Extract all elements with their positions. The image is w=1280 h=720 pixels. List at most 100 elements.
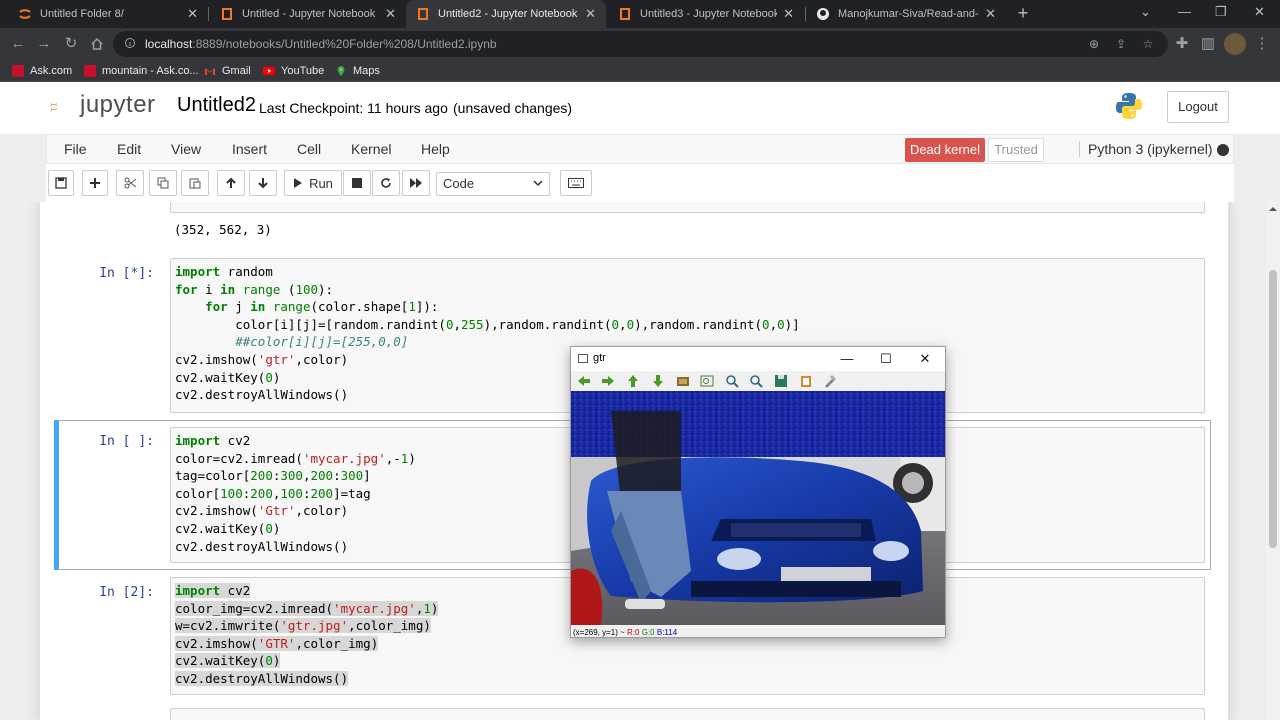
extensions-icon[interactable]: ✚ <box>1172 34 1192 54</box>
menu-file[interactable]: File <box>64 141 87 157</box>
command-palette-button[interactable] <box>560 170 592 196</box>
zoom-icon[interactable]: ⊕ <box>1086 36 1102 52</box>
bookmark-maps[interactable]: Maps <box>335 63 380 79</box>
zoom-in-icon[interactable] <box>725 374 739 388</box>
jupyter-favicon-icon <box>19 9 31 19</box>
minimize-icon[interactable]: — <box>1178 4 1191 19</box>
save-button[interactable] <box>48 170 74 196</box>
close-icon[interactable]: ✕ <box>585 6 596 22</box>
pan-down-icon[interactable] <box>651 374 665 388</box>
paste-button[interactable] <box>181 170 209 196</box>
jupyter-logo-icon[interactable] <box>50 92 80 122</box>
sidepanel-icon[interactable]: ▥ <box>1198 34 1218 54</box>
restart-run-all-button[interactable] <box>402 170 430 196</box>
home-icon[interactable] <box>87 34 107 54</box>
pan-up-icon[interactable] <box>626 374 640 388</box>
window-icon <box>578 354 588 363</box>
page-scrollbar[interactable] <box>1266 202 1280 720</box>
bookmark-mountain[interactable]: mountain - Ask.co... <box>84 63 199 79</box>
save-image-icon[interactable] <box>774 374 788 388</box>
cell-prompt: In [*]: <box>99 266 154 281</box>
menu-edit[interactable]: Edit <box>117 141 141 157</box>
back-icon[interactable]: ← <box>8 34 28 54</box>
minimize-icon[interactable]: — <box>837 350 857 368</box>
forward-icon[interactable]: → <box>34 34 54 54</box>
browser-tab-2[interactable]: Untitled - Jupyter Notebook ✕ <box>210 0 406 28</box>
restart-button[interactable] <box>372 170 400 196</box>
avatar[interactable] <box>1224 33 1246 55</box>
tab-search-icon[interactable]: ⌄ <box>1140 4 1151 20</box>
zoom-original-icon[interactable] <box>676 374 690 388</box>
notebook-name[interactable]: Untitled2 <box>177 94 256 117</box>
trusted-badge[interactable]: Trusted <box>988 138 1044 162</box>
jupyter-header: jupyter Untitled2 Last Checkpoint: 11 ho… <box>0 82 1280 134</box>
insert-cell-button[interactable] <box>82 170 108 196</box>
maximize-icon[interactable]: ❐ <box>1215 4 1227 20</box>
reload-icon[interactable]: ↻ <box>61 34 81 54</box>
opencv-titlebar[interactable]: gtr — ☐ ✕ <box>571 347 945 371</box>
bookmark-gmail[interactable]: Gmail <box>204 63 251 79</box>
maximize-icon[interactable]: ☐ <box>876 350 896 368</box>
unsaved-status: (unsaved changes) <box>453 100 573 116</box>
move-down-button[interactable] <box>249 170 277 196</box>
bookmark-ask[interactable]: Ask.com <box>12 63 72 79</box>
cell-type-value: Code <box>443 176 475 191</box>
jupyter-logo-text: jupyter <box>80 91 156 118</box>
keyboard-icon <box>568 178 584 188</box>
kernel-name[interactable]: Python 3 (ipykernel) <box>1079 141 1213 157</box>
browser-tab-label: Untitled2 - Jupyter Notebook <box>438 8 578 20</box>
menu-dots-icon[interactable]: ⋮ <box>1252 34 1272 54</box>
bookmark-youtube[interactable]: YouTube <box>263 63 324 79</box>
address-bar[interactable]: localhost:8889/notebooks/Untitled%20Fold… <box>113 31 1168 57</box>
opencv-image[interactable] <box>571 391 945 625</box>
properties-icon[interactable] <box>823 374 837 388</box>
browser-tab-4[interactable]: Untitled3 - Jupyter Notebook ✕ <box>608 0 804 28</box>
opencv-window[interactable]: gtr — ☐ ✕ (x=269, y=1) ~ R:0 G:0 B:114 <box>570 346 946 638</box>
close-icon[interactable]: ✕ <box>385 6 396 22</box>
cut-button[interactable] <box>116 170 144 196</box>
copy-button[interactable] <box>149 170 177 196</box>
copy-icon <box>157 177 169 189</box>
cell-type-select[interactable]: Code <box>436 172 550 196</box>
browser-tab-bar: Untitled Folder 8/ ✕ Untitled - Jupyter … <box>0 0 1280 28</box>
close-icon[interactable]: ✕ <box>187 6 198 22</box>
move-up-button[interactable] <box>217 170 245 196</box>
jupyter-notebook-icon <box>620 8 630 20</box>
menu-insert[interactable]: Insert <box>232 141 267 157</box>
close-icon[interactable]: ✕ <box>783 6 794 22</box>
share-icon[interactable]: ⇪ <box>1113 36 1129 52</box>
scrollbar-thumb[interactable] <box>1269 270 1277 548</box>
new-tab-button[interactable]: + <box>1013 4 1033 24</box>
browser-tab-label: Manojkumar-Siva/Read-and-Wr <box>838 8 980 20</box>
jupyter-notebook-icon <box>222 8 232 20</box>
cell-input-partial[interactable] <box>170 202 1205 213</box>
scroll-up-icon[interactable] <box>1269 205 1277 213</box>
browser-tab-1[interactable]: Untitled Folder 8/ ✕ <box>8 0 208 28</box>
dead-kernel-badge[interactable]: Dead kernel <box>905 138 985 162</box>
menu-view[interactable]: View <box>171 141 201 157</box>
menu-kernel[interactable]: Kernel <box>351 141 391 157</box>
close-window-icon[interactable]: ✕ <box>1254 4 1265 20</box>
pan-right-icon[interactable] <box>601 374 615 388</box>
bookmark-star-icon[interactable]: ☆ <box>1140 36 1156 52</box>
copy-clipboard-icon[interactable] <box>799 374 813 388</box>
logout-button[interactable]: Logout <box>1167 91 1229 123</box>
close-icon[interactable]: ✕ <box>985 6 996 22</box>
cell-output: (352, 562, 3) <box>174 222 272 237</box>
url-text: localhost:8889/notebooks/Untitled%20Fold… <box>145 37 497 51</box>
bookmark-label: mountain - Ask.co... <box>102 65 199 77</box>
kernel-indicator-icon <box>1217 144 1229 156</box>
zoom-out-icon[interactable] <box>749 374 763 388</box>
browser-tab-5[interactable]: Manojkumar-Siva/Read-and-Wr ✕ <box>806 0 1006 28</box>
browser-tab-3[interactable]: Untitled2 - Jupyter Notebook ✕ <box>406 0 606 28</box>
close-icon[interactable]: ✕ <box>915 350 935 368</box>
menu-cell[interactable]: Cell <box>297 141 321 157</box>
code-cell-input-partial[interactable] <box>170 708 1205 720</box>
run-button[interactable]: Run <box>284 170 342 196</box>
interrupt-button[interactable] <box>343 170 371 196</box>
zoom-fit-icon[interactable] <box>700 374 714 388</box>
menu-help[interactable]: Help <box>421 141 450 157</box>
plus-icon <box>90 178 100 188</box>
status-coords: (x=269, y=1) ~ <box>573 628 625 637</box>
pan-left-icon[interactable] <box>577 374 591 388</box>
